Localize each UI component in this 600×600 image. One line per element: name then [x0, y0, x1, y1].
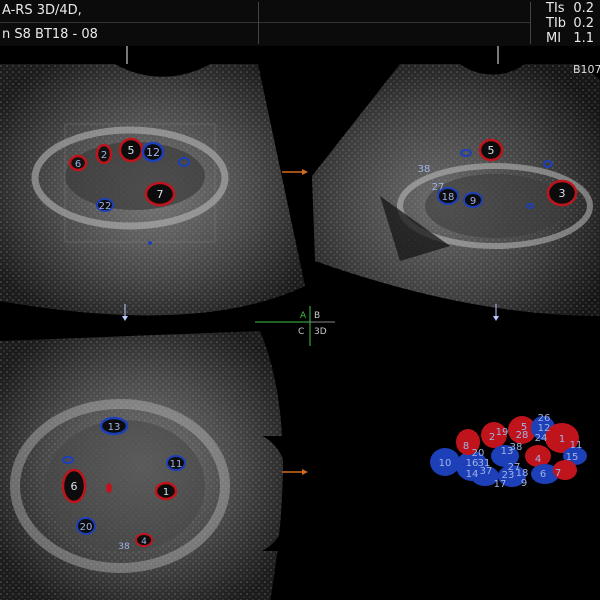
- follicle-label: 20: [80, 522, 93, 533]
- follicle-label: 1: [559, 434, 565, 445]
- follicle-label: 8: [463, 441, 469, 452]
- header-separator: [258, 2, 259, 44]
- follicle-label: 15: [566, 452, 579, 463]
- quad-label-c: C: [298, 327, 304, 337]
- follicle-label: 5: [488, 144, 495, 157]
- follicle-label: 4: [535, 454, 541, 465]
- follicle-label: 5: [128, 144, 135, 157]
- follicle-label: 12: [146, 146, 160, 159]
- index-mi: MI 1.1: [546, 31, 594, 46]
- follicle-label: 18: [442, 192, 455, 203]
- follicle-label: 6: [540, 469, 546, 480]
- follicle-label: 38: [418, 164, 431, 175]
- quad-crosshair: A B C 3D: [255, 306, 335, 346]
- follicle-label: 2: [489, 432, 495, 443]
- follicle-label: 11: [570, 440, 583, 451]
- render-3d-follicles[interactable]: 26 12 19 5 28 2 24 1 11 8 13 38 15 20 4 …: [430, 413, 587, 490]
- header-separator: [530, 2, 531, 44]
- probe-label: n S8 BT18 - 08: [2, 27, 98, 42]
- follicle-label: 9: [521, 478, 527, 489]
- follicle-label: 7: [555, 468, 561, 479]
- follicle-label: 7: [157, 188, 164, 201]
- follicle-label: 22: [99, 201, 112, 212]
- ultrasound-view: B107 6 2 5 12 7 22 5 38 27 18 9 3 13 11 …: [0, 46, 600, 600]
- follicle-label: 17: [494, 479, 507, 490]
- index-tis: TIs 0.2: [546, 1, 594, 16]
- header-divider: [0, 22, 530, 23]
- follicle-label: 24: [535, 433, 548, 444]
- plane-c-panel[interactable]: [0, 331, 300, 600]
- mode-label: A-RS 3D/4D,: [2, 3, 82, 18]
- quad-label-3d: 3D: [314, 327, 327, 337]
- follicle-label: 38: [510, 442, 523, 453]
- quad-label-b: B: [314, 311, 320, 321]
- follicle-label: 38: [118, 542, 130, 552]
- follicle-label: 3: [559, 187, 566, 200]
- follicle-label: 9: [470, 196, 476, 207]
- follicle-label: 16: [466, 458, 479, 469]
- follicle-label: 37: [480, 466, 493, 477]
- follicle-label: 6: [75, 159, 81, 170]
- follicle-label: 4: [141, 537, 147, 547]
- quad-label-a: A: [300, 311, 307, 321]
- follicle-label: 28: [516, 430, 529, 441]
- follicle-label: 10: [439, 458, 452, 469]
- follicle-label: 6: [71, 480, 78, 493]
- follicle-label: 14: [466, 469, 479, 480]
- index-tib: TIb 0.2: [546, 16, 594, 31]
- follicle-label: 11: [170, 459, 183, 470]
- follicle-label: 2: [101, 150, 107, 161]
- follicle-label: 13: [108, 422, 121, 433]
- header-bar: A-RS 3D/4D, n S8 BT18 - 08 TIs 0.2 TIb 0.2…: [0, 0, 600, 46]
- follicle-label: 19: [496, 427, 509, 438]
- follicle-label: 1: [163, 487, 169, 498]
- plane-b-label: B107: [573, 63, 600, 76]
